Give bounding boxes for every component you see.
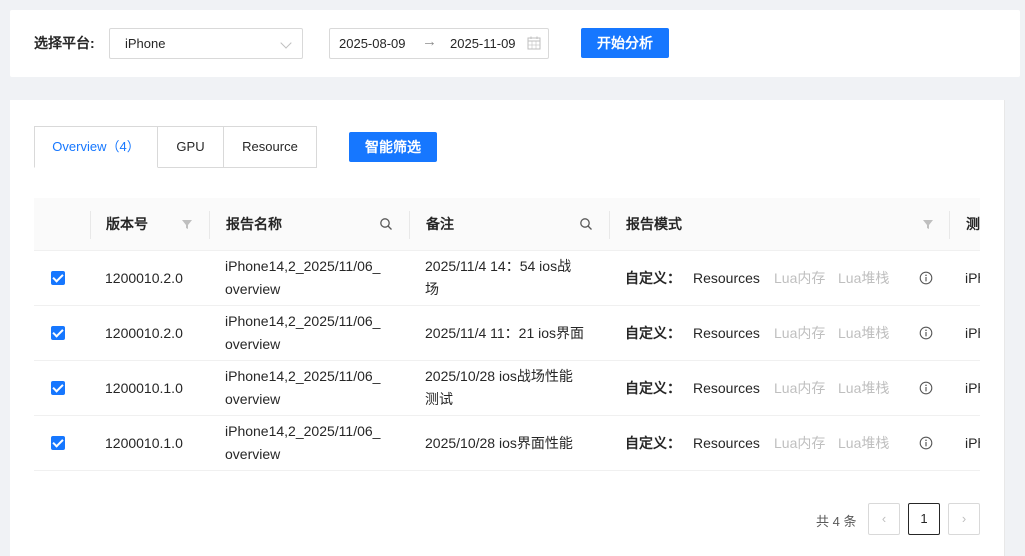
row-report-name[interactable]: iPhone14,2_2025/11/06_ [225, 420, 380, 443]
info-icon[interactable] [919, 271, 933, 285]
column-header-remark: 备注 [426, 216, 454, 232]
mode-tag-resources: Resources [693, 435, 760, 451]
column-header-version: 版本号 [106, 216, 148, 232]
mode-tag-resources: Resources [693, 380, 760, 396]
tab-overview[interactable]: Overview（4） [34, 126, 158, 168]
search-icon[interactable] [579, 217, 593, 231]
mode-tag-lua-memory: Lua内存 [774, 380, 826, 396]
date-range-picker[interactable]: 2025-08-09 → 2025-11-09 [329, 28, 549, 59]
platform-select[interactable]: iPhone [109, 28, 303, 59]
prev-page-button[interactable]: ‹ [868, 503, 900, 535]
row-version: 1200010.1.0 [105, 380, 183, 396]
row-report-name[interactable]: iPhone14,2_2025/11/06_ [225, 255, 380, 278]
page-scrollbar-gutter [1004, 100, 1025, 556]
row-checkbox[interactable] [51, 436, 65, 450]
arrow-right-icon: → [422, 33, 437, 50]
column-divider [949, 211, 950, 239]
column-divider [409, 211, 410, 239]
page-1-button[interactable]: 1 [908, 503, 940, 535]
row-report-name-line2[interactable]: overview [225, 443, 280, 466]
row-checkbox[interactable] [51, 326, 65, 340]
column-header-report-mode: 报告模式 [626, 216, 682, 232]
platform-label: 选择平台: [34, 35, 95, 51]
mode-tag-lua-stack: Lua堆栈 [838, 380, 890, 396]
tab-resource[interactable]: Resource [224, 126, 317, 168]
calendar-icon [527, 36, 541, 50]
row-version: 1200010.2.0 [105, 325, 183, 341]
report-panel: Overview（4） GPU Resource 智能筛选 版本号 报告名称 备… [10, 100, 1004, 556]
column-header-report-name: 报告名称 [226, 216, 282, 232]
date-end-input[interactable]: 2025-11-09 [450, 36, 516, 51]
smart-filter-button[interactable]: 智能筛选 [349, 132, 437, 162]
row-remark: 2025/11/4 11：21 ios界面 [425, 325, 585, 341]
mode-tag-lua-memory: Lua内存 [774, 435, 826, 451]
pagination: 共 4 条 ‹ 1 › [10, 503, 1004, 535]
column-header-device: 测 [966, 216, 980, 232]
next-page-button[interactable]: › [948, 503, 980, 535]
filter-icon[interactable] [180, 217, 194, 231]
row-device: iPh [965, 380, 980, 396]
table-row[interactable]: 1200010.2.0 iPhone14,2_2025/11/06_ overv… [34, 306, 980, 361]
row-mode-label: 自定义： [625, 325, 681, 341]
row-device: iPh [965, 270, 980, 286]
mode-tag-resources: Resources [693, 325, 760, 341]
mode-tag-lua-stack: Lua堆栈 [838, 435, 890, 451]
total-count: 共 4 条 [816, 514, 857, 529]
row-report-name-line2[interactable]: overview [225, 333, 280, 356]
row-report-name[interactable]: iPhone14,2_2025/11/06_ [225, 310, 380, 333]
date-start-input[interactable]: 2025-08-09 [339, 36, 406, 51]
table-row[interactable]: 1200010.2.0 iPhone14,2_2025/11/06_ overv… [34, 251, 980, 306]
mode-tag-lua-stack: Lua堆栈 [838, 325, 890, 341]
tab-gpu[interactable]: GPU [158, 126, 224, 168]
row-mode-label: 自定义： [625, 435, 681, 451]
row-checkbox[interactable] [51, 271, 65, 285]
table-header: 版本号 报告名称 备注 报告模式 测 [34, 198, 980, 251]
info-icon[interactable] [919, 436, 933, 450]
row-report-name-line2[interactable]: overview [225, 388, 280, 411]
row-remark: 2025/11/4 14：54 ios战 [425, 258, 572, 274]
mode-tag-resources: Resources [693, 270, 760, 286]
row-report-name-line2[interactable]: overview [225, 278, 280, 301]
mode-tag-lua-memory: Lua内存 [774, 325, 826, 341]
mode-tag-lua-memory: Lua内存 [774, 270, 826, 286]
column-divider [609, 211, 610, 239]
row-remark: 2025/10/28 ios战场性能 [425, 368, 573, 384]
mode-tag-lua-stack: Lua堆栈 [838, 270, 890, 286]
row-device: iPh [965, 435, 980, 451]
start-analysis-button[interactable]: 开始分析 [581, 28, 669, 58]
column-divider [90, 211, 91, 239]
row-remark-line2: 场 [425, 281, 439, 297]
row-report-name[interactable]: iPhone14,2_2025/11/06_ [225, 365, 380, 388]
filter-icon[interactable] [921, 217, 935, 231]
chevron-down-icon [280, 37, 292, 49]
report-table: 版本号 报告名称 备注 报告模式 测 1200010.2.0 iPhone14,… [34, 198, 980, 472]
row-remark-line2: 测试 [425, 391, 453, 407]
row-mode-label: 自定义： [625, 270, 681, 286]
column-divider [209, 211, 210, 239]
row-remark: 2025/10/28 ios界面性能 [425, 435, 573, 451]
row-mode-label: 自定义： [625, 380, 681, 396]
platform-select-value: iPhone [125, 36, 166, 51]
report-tabs: Overview（4） GPU Resource [34, 126, 317, 168]
row-version: 1200010.1.0 [105, 435, 183, 451]
filter-bar: 选择平台: iPhone 2025-08-09 → 2025-11-09 开始分… [10, 10, 1020, 77]
info-icon[interactable] [919, 326, 933, 340]
table-row[interactable]: 1200010.1.0 iPhone14,2_2025/11/06_ overv… [34, 361, 980, 416]
row-device: iPh [965, 325, 980, 341]
info-icon[interactable] [919, 381, 933, 395]
row-checkbox[interactable] [51, 381, 65, 395]
row-version: 1200010.2.0 [105, 270, 183, 286]
search-icon[interactable] [379, 217, 393, 231]
table-row[interactable]: 1200010.1.0 iPhone14,2_2025/11/06_ overv… [34, 416, 980, 471]
